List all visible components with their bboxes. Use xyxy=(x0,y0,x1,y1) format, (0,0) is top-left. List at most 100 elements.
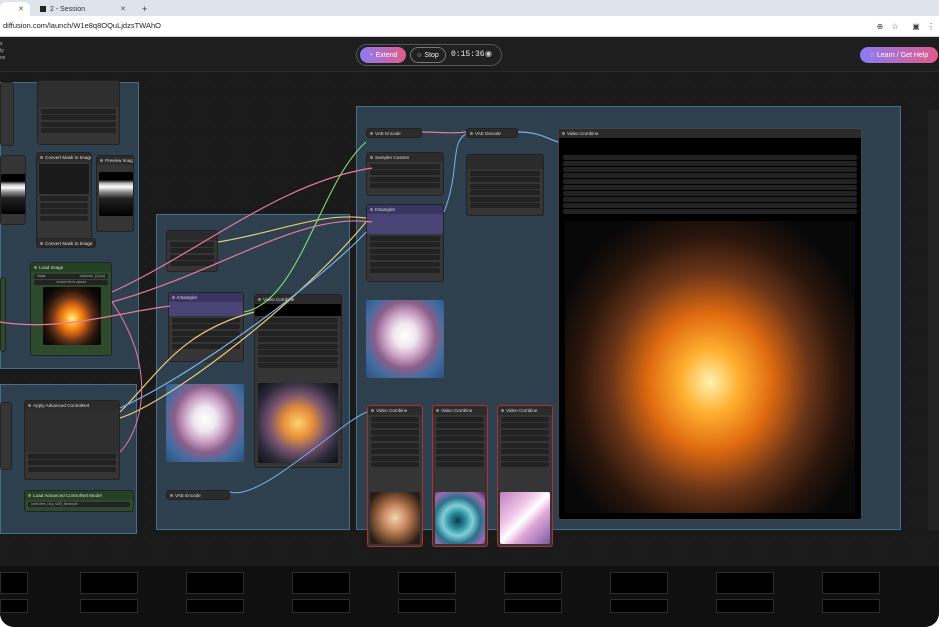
widget[interactable] xyxy=(501,442,549,448)
widget[interactable] xyxy=(172,330,240,336)
widget[interactable] xyxy=(370,235,440,241)
widget[interactable] xyxy=(501,462,549,467)
widget[interactable] xyxy=(370,242,440,247)
widget[interactable] xyxy=(470,196,540,202)
node-convert-bottom[interactable]: Convert Mask to Image xyxy=(36,238,96,248)
widget[interactable] xyxy=(370,176,440,182)
widget[interactable] xyxy=(40,202,88,208)
widget[interactable] xyxy=(563,209,857,214)
node-vae-encode-bottom[interactable]: VAE Encode xyxy=(166,490,230,500)
url-text[interactable]: diffusion.com/launch/W1e8q8OQuLjdzsTWAhO xyxy=(3,21,161,30)
widget[interactable] xyxy=(370,255,440,260)
thumbnail[interactable] xyxy=(0,599,28,613)
widget[interactable] xyxy=(563,179,857,184)
node-image-partial[interactable] xyxy=(0,155,26,225)
thumbnail[interactable] xyxy=(398,572,456,594)
widget[interactable] xyxy=(370,183,440,188)
widget[interactable] xyxy=(371,455,419,461)
image-select[interactable]: image explosion_(1).png xyxy=(34,273,108,279)
node-video-combine-large[interactable]: Video Combine xyxy=(558,128,862,520)
upload-button[interactable]: choose file to upload xyxy=(34,280,108,285)
widget[interactable] xyxy=(41,128,116,133)
side-toolbar[interactable] xyxy=(928,110,939,530)
widget[interactable] xyxy=(436,416,484,422)
widget[interactable] xyxy=(501,416,549,422)
widget[interactable] xyxy=(172,337,240,342)
node-seed[interactable] xyxy=(166,230,218,272)
node-video-combine-3[interactable]: Video Combine xyxy=(497,405,553,547)
thumbnail[interactable] xyxy=(292,572,350,594)
close-icon[interactable]: ✕ xyxy=(18,5,24,13)
widget[interactable] xyxy=(170,241,214,247)
node-load-image[interactable]: Load Image image explosion_(1).png choose… xyxy=(30,262,112,356)
widget[interactable] xyxy=(563,191,857,196)
thumbnail[interactable] xyxy=(610,572,668,594)
widget[interactable] xyxy=(371,436,419,441)
widget[interactable] xyxy=(501,455,549,461)
widget[interactable] xyxy=(436,429,484,435)
thumbnail[interactable] xyxy=(716,572,774,594)
new-tab-button[interactable]: + xyxy=(136,2,150,16)
thumbnail[interactable] xyxy=(186,599,244,613)
widget[interactable] xyxy=(28,453,116,459)
widget[interactable] xyxy=(258,363,338,368)
node-ksampler-right[interactable]: KSampler xyxy=(366,204,444,282)
widget[interactable] xyxy=(370,261,440,267)
node-vae-loader[interactable] xyxy=(466,154,544,216)
node-partial-left-2[interactable] xyxy=(0,402,12,470)
widget[interactable] xyxy=(370,170,440,175)
thumbnail[interactable] xyxy=(610,599,668,613)
widget[interactable] xyxy=(41,115,116,120)
node-vae-decode[interactable]: VAE Decode xyxy=(466,128,518,138)
widget[interactable] xyxy=(436,423,484,428)
thumbnail[interactable] xyxy=(292,599,350,613)
stop-button[interactable]: ○ Stop xyxy=(410,47,446,63)
widget[interactable] xyxy=(40,196,88,201)
node-sampler-custom[interactable]: Sampler Custom xyxy=(366,152,444,196)
widget[interactable] xyxy=(28,460,116,465)
widget[interactable] xyxy=(371,449,419,454)
thumbnail[interactable] xyxy=(80,599,138,613)
node-video-combine-1[interactable]: Video Combine xyxy=(367,405,423,547)
thumbnail[interactable] xyxy=(822,572,880,594)
widget[interactable] xyxy=(170,248,214,253)
widget[interactable] xyxy=(501,429,549,435)
widget[interactable] xyxy=(40,215,88,221)
node-convert-mask[interactable]: Convert Mask to Image xyxy=(36,152,92,246)
tab-session[interactable]: 2 - Session ✕ xyxy=(34,2,132,16)
widget[interactable] xyxy=(563,161,857,166)
widget[interactable] xyxy=(28,466,116,472)
widget[interactable] xyxy=(470,170,540,176)
widget[interactable] xyxy=(371,442,419,448)
extend-button[interactable]: ◔ Extend xyxy=(360,47,406,63)
widget[interactable] xyxy=(563,197,857,202)
node-load-controlnet[interactable]: Load Advanced ControlNet Model controlne… xyxy=(24,490,134,512)
thumbnail[interactable] xyxy=(504,599,562,613)
node-partial-left[interactable] xyxy=(0,82,14,146)
node-video-combine-2[interactable]: Video Combine xyxy=(432,405,488,547)
widget[interactable] xyxy=(172,343,240,349)
address-bar[interactable]: diffusion.com/launch/W1e8q8OQuLjdzsTWAhO… xyxy=(0,16,939,37)
thumbnail[interactable] xyxy=(504,572,562,594)
node-partial-green[interactable] xyxy=(0,277,6,352)
widget[interactable] xyxy=(563,167,857,172)
widget[interactable] xyxy=(470,177,540,182)
widget[interactable] xyxy=(563,185,857,190)
help-button[interactable]: ◌ Learn / Get Help xyxy=(860,47,938,63)
widget[interactable] xyxy=(258,343,338,349)
widget[interactable] xyxy=(371,423,419,428)
close-icon[interactable]: ✕ xyxy=(120,5,126,13)
thumbnail[interactable] xyxy=(716,599,774,613)
eye-icon[interactable]: ◉ xyxy=(485,49,492,58)
tab-current[interactable]: ✕ xyxy=(0,2,30,16)
controlnet-select[interactable]: controlnet_v11p_sd15_lineart.pth xyxy=(28,501,130,507)
thumbnail[interactable] xyxy=(398,599,456,613)
node-canvas[interactable]: Convert Mask to Image Preview Image Conv… xyxy=(0,72,939,566)
widget[interactable] xyxy=(370,163,440,169)
widget[interactable] xyxy=(470,203,540,208)
widget[interactable] xyxy=(436,449,484,454)
widget[interactable] xyxy=(436,436,484,441)
widget[interactable] xyxy=(501,436,549,441)
widget[interactable] xyxy=(501,449,549,454)
widget[interactable] xyxy=(563,155,857,160)
